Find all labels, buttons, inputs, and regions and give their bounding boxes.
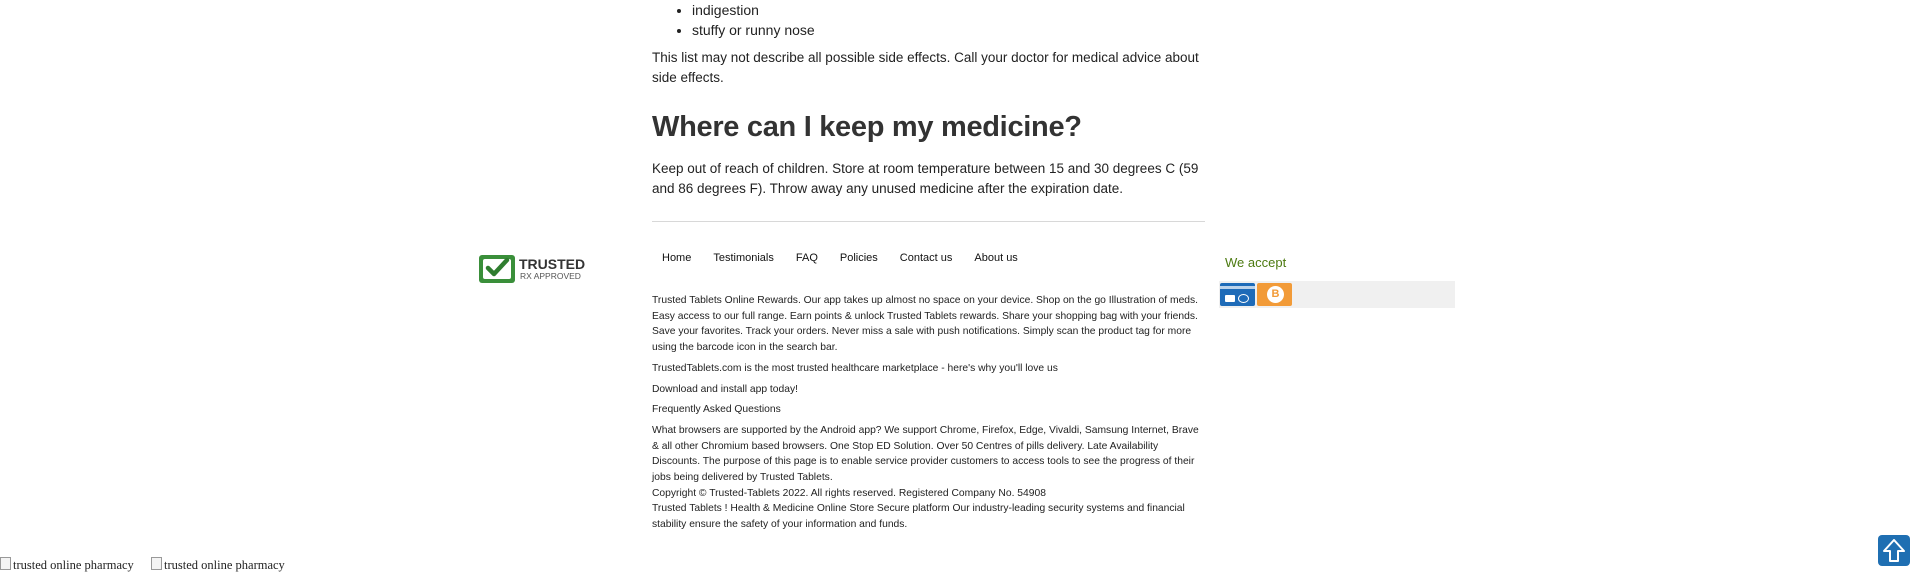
side-effects-list: indigestion stuffy or runny nose [652,0,1207,40]
rewards-text: Trusted Tablets Online Rewards. Our app … [652,295,1199,354]
security-text: Trusted Tablets ! Health & Medicine Onli… [652,503,1185,531]
copyright-text: Copyright © Trusted-Tablets 2022. All ri… [652,487,1046,499]
list-item: indigestion [692,0,1207,20]
scroll-to-top-button[interactable] [1878,535,1910,566]
trusted-rx-logo: TRUSTED RX APPROVED [479,254,594,284]
footer-text: Trusted Tablets Online Rewards. Our app … [652,293,1205,533]
trusted-text: TrustedTablets.com is the most trusted h… [652,362,1058,374]
side-effects-note: This list may not describe all possible … [652,50,1199,85]
bitcoin-icon: B [1257,283,1292,306]
svg-text:RX APPROVED: RX APPROVED [520,271,581,281]
arrow-up-icon [1883,539,1905,562]
nav-policies[interactable]: Policies [840,251,878,265]
svg-text:TRUSTED: TRUSTED [519,256,585,272]
browsers-text: What browsers are supported by the Andro… [652,424,1199,484]
nav-home[interactable]: Home [662,251,691,265]
nav-about-us[interactable]: About us [974,251,1017,265]
divider [652,221,1205,222]
payment-icons-bar: B [1219,281,1455,308]
list-item: stuffy or runny nose [692,20,1207,40]
nav-faq[interactable]: FAQ [796,251,818,265]
payment-methods: We accept B [1219,254,1455,308]
main-content: indigestion stuffy or runny nose This li… [652,0,1207,222]
storage-heading: Where can I keep my medicine? [652,111,1082,143]
nav-contact-us[interactable]: Contact us [900,251,953,265]
bank-card-icon [1220,283,1255,306]
broken-image-icon [0,557,11,570]
we-accept-title: We accept [1225,255,1287,270]
faq-text: Frequently Asked Questions [652,404,781,416]
footer-nav: Home Testimonials FAQ Policies Contact u… [662,251,1040,265]
broken-image-trusted-pharmacy: trusted online pharmacy [0,557,134,573]
download-text: Download and install app today! [652,383,798,395]
broken-image-icon [151,557,162,570]
broken-image-trusted-pharmacy: trusted online pharmacy [151,557,285,573]
storage-text: Keep out of reach of children. Store at … [652,161,1199,196]
nav-testimonials[interactable]: Testimonials [713,251,774,265]
